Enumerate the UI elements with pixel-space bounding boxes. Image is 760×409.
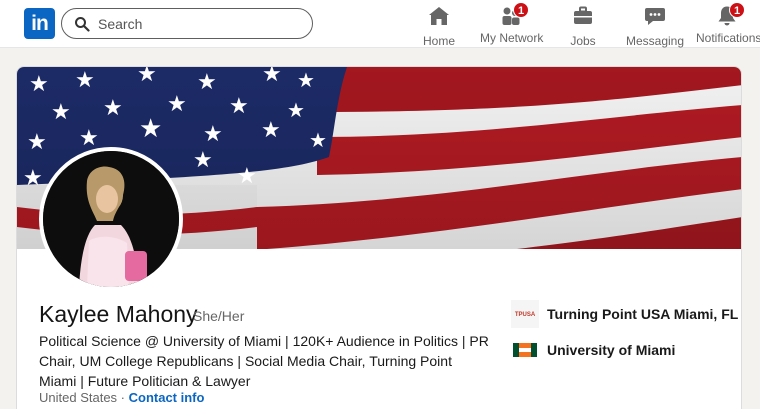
svg-text:★: ★ [261,117,281,142]
svg-text:★: ★ [309,130,327,152]
nav-my-network-label: My Network [480,31,544,45]
org-university-of-miami[interactable]: University of Miami [511,336,675,364]
svg-text:★: ★ [229,93,249,118]
briefcase-icon [574,6,592,24]
svg-text:★: ★ [27,129,47,154]
profile-headline: Political Science @ University of Miami … [39,333,489,389]
profile-pronouns: She/Her [193,308,245,324]
nav-my-network[interactable]: 1 My Network [480,2,544,45]
home-icon [429,7,449,25]
svg-text:TPUSA: TPUSA [515,312,536,318]
university-of-miami-logo [511,336,539,364]
top-navigation-bar: in Home 1 My Network [0,0,760,48]
svg-text:★: ★ [103,95,123,120]
nav-jobs-label: Jobs [570,34,596,48]
profile-location-line: United States · Contact info [39,390,204,405]
svg-text:★: ★ [297,70,315,92]
profile-card: ★ ★ ★ ★ ★ ★ ★ ★ ★ ★ ★ ★ ★ ★ ★ ★ ★ ★ ★ ★ … [16,66,742,409]
svg-text:★: ★ [29,71,49,96]
nav-notifications[interactable]: 1 Notifications [696,2,760,45]
svg-text:★: ★ [79,125,99,150]
linkedin-logo[interactable]: in [24,8,55,39]
network-badge: 1 [513,2,529,18]
svg-text:★: ★ [203,121,223,146]
svg-text:★: ★ [137,67,157,86]
profile-photo-image [43,151,179,287]
org-university-of-miami-name: University of Miami [547,342,676,358]
search-bar[interactable] [61,8,313,39]
org-turning-point-name: Turning Point USA Miami, FL [547,306,739,322]
search-input[interactable] [98,13,298,35]
separator-dot: · [117,390,129,405]
nav-messaging[interactable]: Messaging [626,4,684,48]
org-turning-point[interactable]: TPUSA Turning Point USA Miami, FL [511,300,738,328]
nav-home-label: Home [422,34,455,48]
messaging-icon [645,8,665,25]
svg-text:★: ★ [139,113,162,143]
svg-text:★: ★ [193,147,213,172]
svg-text:★: ★ [167,91,187,116]
nav-messaging-label: Messaging [626,34,685,48]
svg-text:★: ★ [75,67,95,92]
notifications-badge: 1 [729,2,745,18]
nav-notifications-label: Notifications [696,31,760,45]
svg-text:★: ★ [51,99,71,124]
nav-jobs[interactable]: Jobs [562,4,604,48]
svg-text:★: ★ [262,67,282,86]
profile-name: Kaylee Mahony [39,301,198,327]
svg-text:★: ★ [197,69,217,94]
svg-text:★: ★ [287,100,305,122]
profile-location: United States [39,390,118,405]
search-icon [75,17,90,32]
svg-text:★: ★ [237,163,257,188]
nav-home[interactable]: Home [418,4,460,48]
contact-info-link[interactable]: Contact info [129,390,205,405]
profile-photo[interactable] [39,147,183,291]
svg-text:★: ★ [23,165,43,190]
turning-point-logo: TPUSA [511,300,539,328]
